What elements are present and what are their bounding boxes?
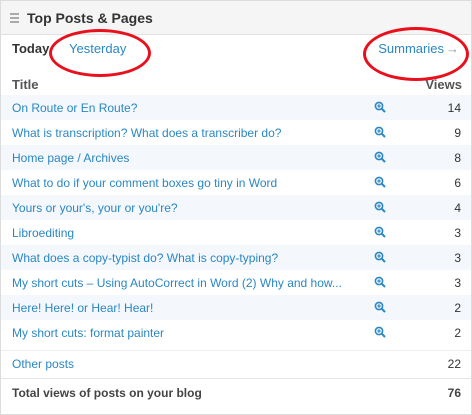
table-row: My short cuts – Using AutoCorrect in Wor… (1, 270, 471, 295)
post-views: 3 (454, 276, 461, 290)
magnifier-plus-icon[interactable] (374, 126, 386, 138)
post-views: 3 (454, 226, 461, 240)
column-header-title: Title (12, 77, 39, 92)
tab-today[interactable]: Today (12, 41, 49, 56)
table-row: Here! Here! or Hear! Hear! 2 (1, 295, 471, 320)
period-tabs: Today Yesterday Summaries → (1, 40, 471, 60)
magnifier-plus-icon[interactable] (374, 251, 386, 263)
posts-list: On Route or En Route? 14 What is transcrip… (1, 95, 471, 345)
table-row: What is transcription? What does a trans… (1, 120, 471, 145)
post-title-link[interactable]: Libroediting (12, 226, 342, 240)
post-title-link[interactable]: Yours or your's, your or you're? (12, 201, 342, 215)
summaries-link[interactable]: Summaries → (378, 41, 459, 56)
post-views: 2 (454, 326, 461, 340)
post-views: 9 (454, 126, 461, 140)
other-posts-row: Other posts 22 (1, 350, 471, 376)
post-title-link[interactable]: What does a copy-typist do? What is copy… (12, 251, 342, 265)
post-views: 3 (454, 251, 461, 265)
table-row: My short cuts: format painter 2 (1, 320, 471, 345)
widget-header: Top Posts & Pages (1, 1, 471, 35)
table-row: What does a copy-typist do? What is copy… (1, 245, 471, 270)
post-title-link[interactable]: Here! Here! or Hear! Hear! (12, 301, 342, 315)
top-posts-widget: Top Posts & Pages Today Yesterday Summar… (0, 0, 472, 415)
post-views: 6 (454, 176, 461, 190)
table-row: Yours or your's, your or you're? 4 (1, 195, 471, 220)
post-title-link[interactable]: On Route or En Route? (12, 101, 342, 115)
post-title-link[interactable]: My short cuts – Using AutoCorrect in Wor… (12, 276, 342, 290)
magnifier-plus-icon[interactable] (374, 101, 386, 113)
column-header-views: Views (425, 77, 462, 92)
magnifier-plus-icon[interactable] (374, 276, 386, 288)
total-row: Total views of posts on your blog 76 (1, 378, 471, 409)
drag-handle-icon[interactable] (10, 13, 19, 25)
table-row: Home page / Archives 8 (1, 145, 471, 170)
total-views: 76 (447, 386, 461, 400)
post-views: 14 (447, 101, 461, 115)
other-posts-link[interactable]: Other posts (12, 357, 74, 371)
arrow-right-icon: → (446, 41, 459, 56)
table-row: On Route or En Route? 14 (1, 95, 471, 120)
total-label: Total views of posts on your blog (12, 386, 202, 400)
post-title-link[interactable]: What is transcription? What does a trans… (12, 126, 342, 140)
post-title-link[interactable]: Home page / Archives (12, 151, 342, 165)
other-posts-views: 22 (447, 357, 461, 371)
post-views: 4 (454, 201, 461, 215)
magnifier-plus-icon[interactable] (374, 176, 386, 188)
magnifier-plus-icon[interactable] (374, 326, 386, 338)
post-title-link[interactable]: My short cuts: format painter (12, 326, 342, 340)
magnifier-plus-icon[interactable] (374, 151, 386, 163)
widget-title: Top Posts & Pages (27, 10, 153, 26)
tab-yesterday[interactable]: Yesterday (69, 41, 126, 56)
post-views: 2 (454, 301, 461, 315)
magnifier-plus-icon[interactable] (374, 201, 386, 213)
magnifier-plus-icon[interactable] (374, 226, 386, 238)
post-views: 8 (454, 151, 461, 165)
table-row: What to do if your comment boxes go tiny… (1, 170, 471, 195)
table-row: Libroediting 3 (1, 220, 471, 245)
post-title-link[interactable]: What to do if your comment boxes go tiny… (12, 176, 342, 190)
magnifier-plus-icon[interactable] (374, 301, 386, 313)
summaries-label: Summaries (378, 41, 444, 56)
